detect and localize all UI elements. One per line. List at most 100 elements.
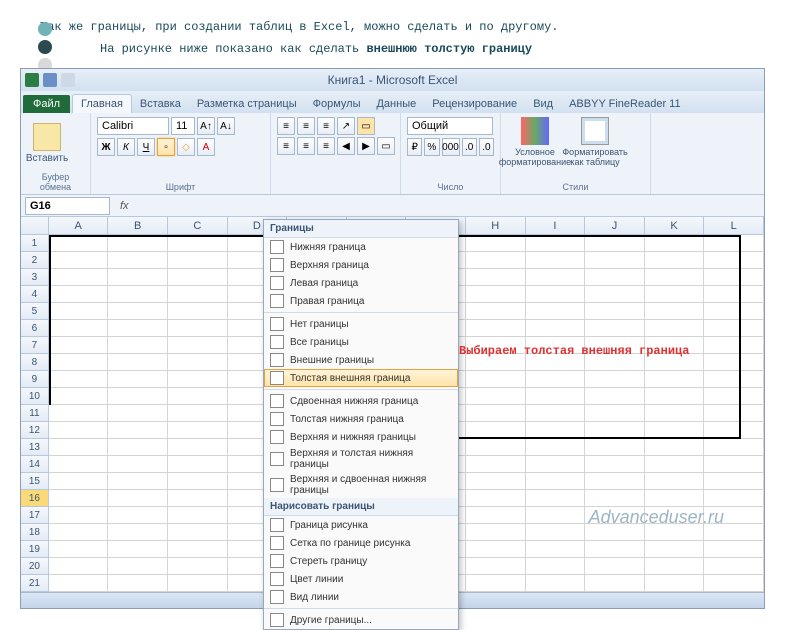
row-header[interactable]: 13 bbox=[21, 439, 49, 456]
row-header[interactable]: 10 bbox=[21, 388, 49, 405]
cell[interactable] bbox=[585, 575, 645, 592]
cell[interactable] bbox=[704, 473, 764, 490]
cell[interactable] bbox=[168, 235, 228, 252]
row-header[interactable]: 4 bbox=[21, 286, 49, 303]
cell[interactable] bbox=[466, 439, 526, 456]
cell[interactable] bbox=[108, 456, 168, 473]
cell[interactable] bbox=[168, 473, 228, 490]
wrap-text-button[interactable]: ▭ bbox=[357, 117, 375, 135]
cell[interactable] bbox=[645, 235, 705, 252]
cell[interactable] bbox=[49, 252, 109, 269]
tab-formulas[interactable]: Формулы bbox=[305, 95, 369, 113]
save-icon[interactable] bbox=[43, 73, 57, 87]
cell[interactable] bbox=[108, 269, 168, 286]
cell[interactable] bbox=[704, 558, 764, 575]
borders-menu-item[interactable]: Сдвоенная нижняя граница bbox=[264, 392, 458, 410]
cell[interactable] bbox=[645, 490, 705, 507]
increase-decimal-button[interactable]: .0 bbox=[462, 138, 477, 156]
align-center-button[interactable]: ≡ bbox=[297, 137, 315, 155]
borders-menu-item[interactable]: Верхняя и толстая нижняя границы bbox=[264, 446, 458, 472]
cell[interactable] bbox=[526, 541, 586, 558]
row-header[interactable]: 1 bbox=[21, 235, 49, 252]
cell[interactable] bbox=[704, 354, 764, 371]
cell[interactable] bbox=[466, 252, 526, 269]
row-header[interactable]: 2 bbox=[21, 252, 49, 269]
cell[interactable] bbox=[645, 320, 705, 337]
row-header[interactable]: 8 bbox=[21, 354, 49, 371]
column-header[interactable]: I bbox=[526, 217, 586, 234]
name-box[interactable]: G16 bbox=[25, 197, 110, 215]
row-header[interactable]: 7 bbox=[21, 337, 49, 354]
cell[interactable] bbox=[645, 286, 705, 303]
cell[interactable] bbox=[168, 320, 228, 337]
tab-home[interactable]: Главная bbox=[72, 94, 132, 113]
column-header[interactable]: K bbox=[645, 217, 705, 234]
cell[interactable] bbox=[645, 473, 705, 490]
cell[interactable] bbox=[585, 235, 645, 252]
cell[interactable] bbox=[585, 303, 645, 320]
number-format-combo[interactable]: Общий bbox=[407, 117, 493, 135]
cell[interactable] bbox=[466, 422, 526, 439]
borders-menu-item[interactable]: Стереть границу bbox=[264, 552, 458, 570]
cell[interactable] bbox=[466, 303, 526, 320]
borders-menu-item[interactable]: Верхняя и сдвоенная нижняя границы bbox=[264, 472, 458, 498]
cell[interactable] bbox=[585, 422, 645, 439]
cell[interactable] bbox=[704, 439, 764, 456]
cell[interactable] bbox=[49, 422, 109, 439]
cell[interactable] bbox=[526, 490, 586, 507]
cell[interactable] bbox=[585, 269, 645, 286]
cell[interactable] bbox=[526, 558, 586, 575]
cell[interactable] bbox=[704, 575, 764, 592]
align-middle-button[interactable]: ≡ bbox=[297, 117, 315, 135]
row-header[interactable]: 9 bbox=[21, 371, 49, 388]
fill-color-button[interactable]: ◇ bbox=[177, 138, 195, 156]
cell[interactable] bbox=[704, 303, 764, 320]
cell[interactable] bbox=[108, 473, 168, 490]
cell[interactable] bbox=[49, 354, 109, 371]
cell[interactable] bbox=[526, 575, 586, 592]
row-header[interactable]: 20 bbox=[21, 558, 49, 575]
borders-menu-item[interactable]: Толстая нижняя граница bbox=[264, 410, 458, 428]
tab-page-layout[interactable]: Разметка страницы bbox=[189, 95, 305, 113]
cell[interactable] bbox=[645, 303, 705, 320]
cell[interactable] bbox=[168, 541, 228, 558]
cell[interactable] bbox=[645, 422, 705, 439]
row-header[interactable]: 18 bbox=[21, 524, 49, 541]
cell[interactable] bbox=[168, 422, 228, 439]
cell[interactable] bbox=[168, 524, 228, 541]
cell[interactable] bbox=[49, 320, 109, 337]
cell[interactable] bbox=[108, 575, 168, 592]
row-header[interactable]: 19 bbox=[21, 541, 49, 558]
cell[interactable] bbox=[108, 337, 168, 354]
borders-more-item[interactable]: Другие границы... bbox=[264, 611, 458, 629]
cell[interactable] bbox=[168, 388, 228, 405]
cell[interactable] bbox=[466, 371, 526, 388]
cell[interactable] bbox=[585, 252, 645, 269]
font-name-combo[interactable]: Calibri bbox=[97, 117, 169, 135]
column-header[interactable]: J bbox=[585, 217, 645, 234]
cell[interactable] bbox=[168, 371, 228, 388]
cell[interactable] bbox=[466, 286, 526, 303]
cell[interactable] bbox=[49, 507, 109, 524]
merge-button[interactable]: ▭ bbox=[377, 137, 395, 155]
cell[interactable] bbox=[168, 490, 228, 507]
cell[interactable] bbox=[704, 371, 764, 388]
row-header[interactable]: 5 bbox=[21, 303, 49, 320]
column-header[interactable]: L bbox=[704, 217, 764, 234]
cell[interactable] bbox=[585, 439, 645, 456]
borders-menu-item[interactable]: Граница рисунка bbox=[264, 516, 458, 534]
cell[interactable] bbox=[49, 405, 109, 422]
borders-menu-item[interactable]: Верхняя граница bbox=[264, 256, 458, 274]
italic-button[interactable]: К bbox=[117, 138, 135, 156]
cell[interactable] bbox=[585, 490, 645, 507]
cell[interactable] bbox=[49, 269, 109, 286]
row-header[interactable]: 3 bbox=[21, 269, 49, 286]
cell[interactable] bbox=[585, 320, 645, 337]
cell[interactable] bbox=[466, 473, 526, 490]
cell[interactable] bbox=[645, 388, 705, 405]
cell[interactable] bbox=[466, 524, 526, 541]
align-bottom-button[interactable]: ≡ bbox=[317, 117, 335, 135]
borders-menu-item[interactable]: Верхняя и нижняя границы bbox=[264, 428, 458, 446]
cell[interactable] bbox=[466, 575, 526, 592]
bold-button[interactable]: Ж bbox=[97, 138, 115, 156]
